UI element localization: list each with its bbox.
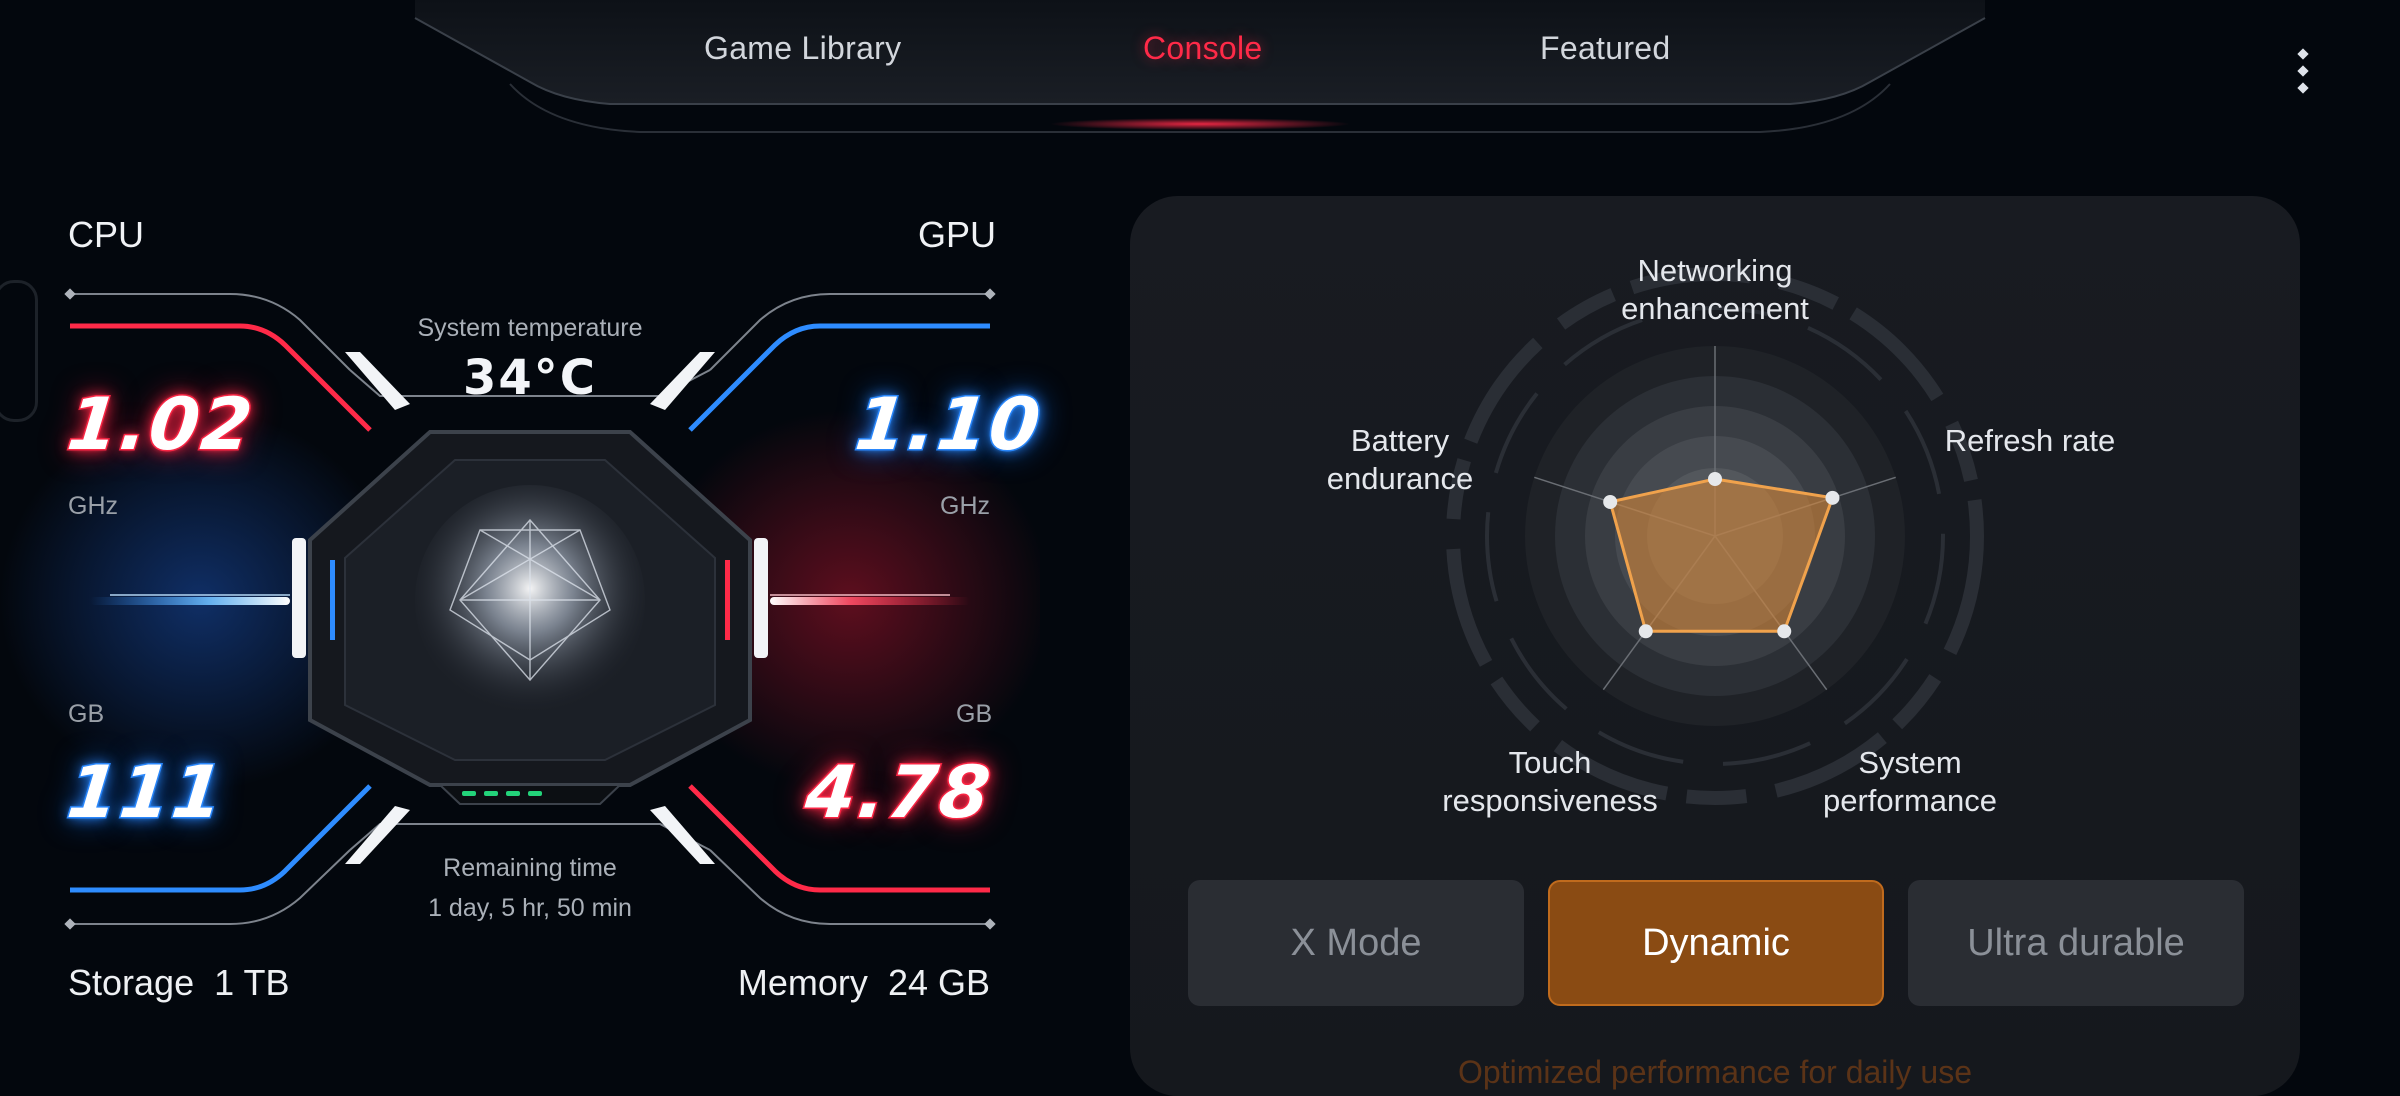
storage-available-value: 111 [62,749,230,836]
storage-unit: GB [68,700,105,728]
performance-mode-panel: Networking enhancement Refresh rate Syst… [1130,196,2300,1096]
storage-total: 1 TB [214,962,290,1003]
storage-stat: Storage 1 TB [68,962,289,1004]
gpu-unit: GHz [940,492,990,520]
remaining-time-label: Remaining time [443,854,617,882]
radar-label-battery: Battery endurance [1326,423,1474,496]
ultra-durable-button[interactable]: Ultra durable [1908,880,2244,1006]
more-vertical-icon[interactable] [2292,46,2316,100]
tab-game-library[interactable]: Game Library [704,30,901,67]
radar-point-touch [1638,624,1653,639]
dynamic-mode-button[interactable]: Dynamic [1548,880,1884,1006]
memory-stat: Memory 24 GB [738,962,990,1004]
memory-unit: GB [956,700,993,728]
remaining-time-value: 1 day, 5 hr, 50 min [428,894,632,922]
mode-description: Optimized performance for daily use [1458,1054,1972,1090]
x-mode-button[interactable]: X Mode [1188,880,1524,1006]
radar-label-system-performance: System performance [1822,745,1998,818]
cpu-unit: GHz [68,492,118,520]
radar-label-refresh-rate: Refresh rate [1944,423,2116,458]
cpu-label: CPU [68,214,145,255]
gpu-label: GPU [918,214,997,255]
cpu-frequency-value: 1.02 [62,381,259,468]
performance-dashboard: CPU GPU 1.02 1.10 GHz GHz GB GB 111 4.78… [0,160,1048,1040]
radar-point-refresh [1825,490,1840,505]
memory-label: Memory [737,962,868,1003]
radar-label-touch: Touch responsiveness [1442,745,1658,818]
radar-label-networking: Networking enhancement [1621,253,1809,326]
storage-label: Storage [68,962,195,1003]
top-navigation: Game Library Console Featured [410,0,1990,140]
radar-point-networking [1708,472,1722,486]
system-temperature-label: System temperature [417,314,643,342]
tab-featured[interactable]: Featured [1540,30,1670,67]
memory-available-value: 4.78 [800,749,997,836]
radar-point-system [1777,624,1792,639]
gpu-frequency-value: 1.10 [850,381,1047,468]
memory-total: 24 GB [887,962,990,1003]
nav-frame [414,0,1986,133]
tab-console[interactable]: Console [1143,30,1263,67]
radar-point-battery [1603,494,1618,509]
system-temperature-value: 34°C [462,350,598,406]
